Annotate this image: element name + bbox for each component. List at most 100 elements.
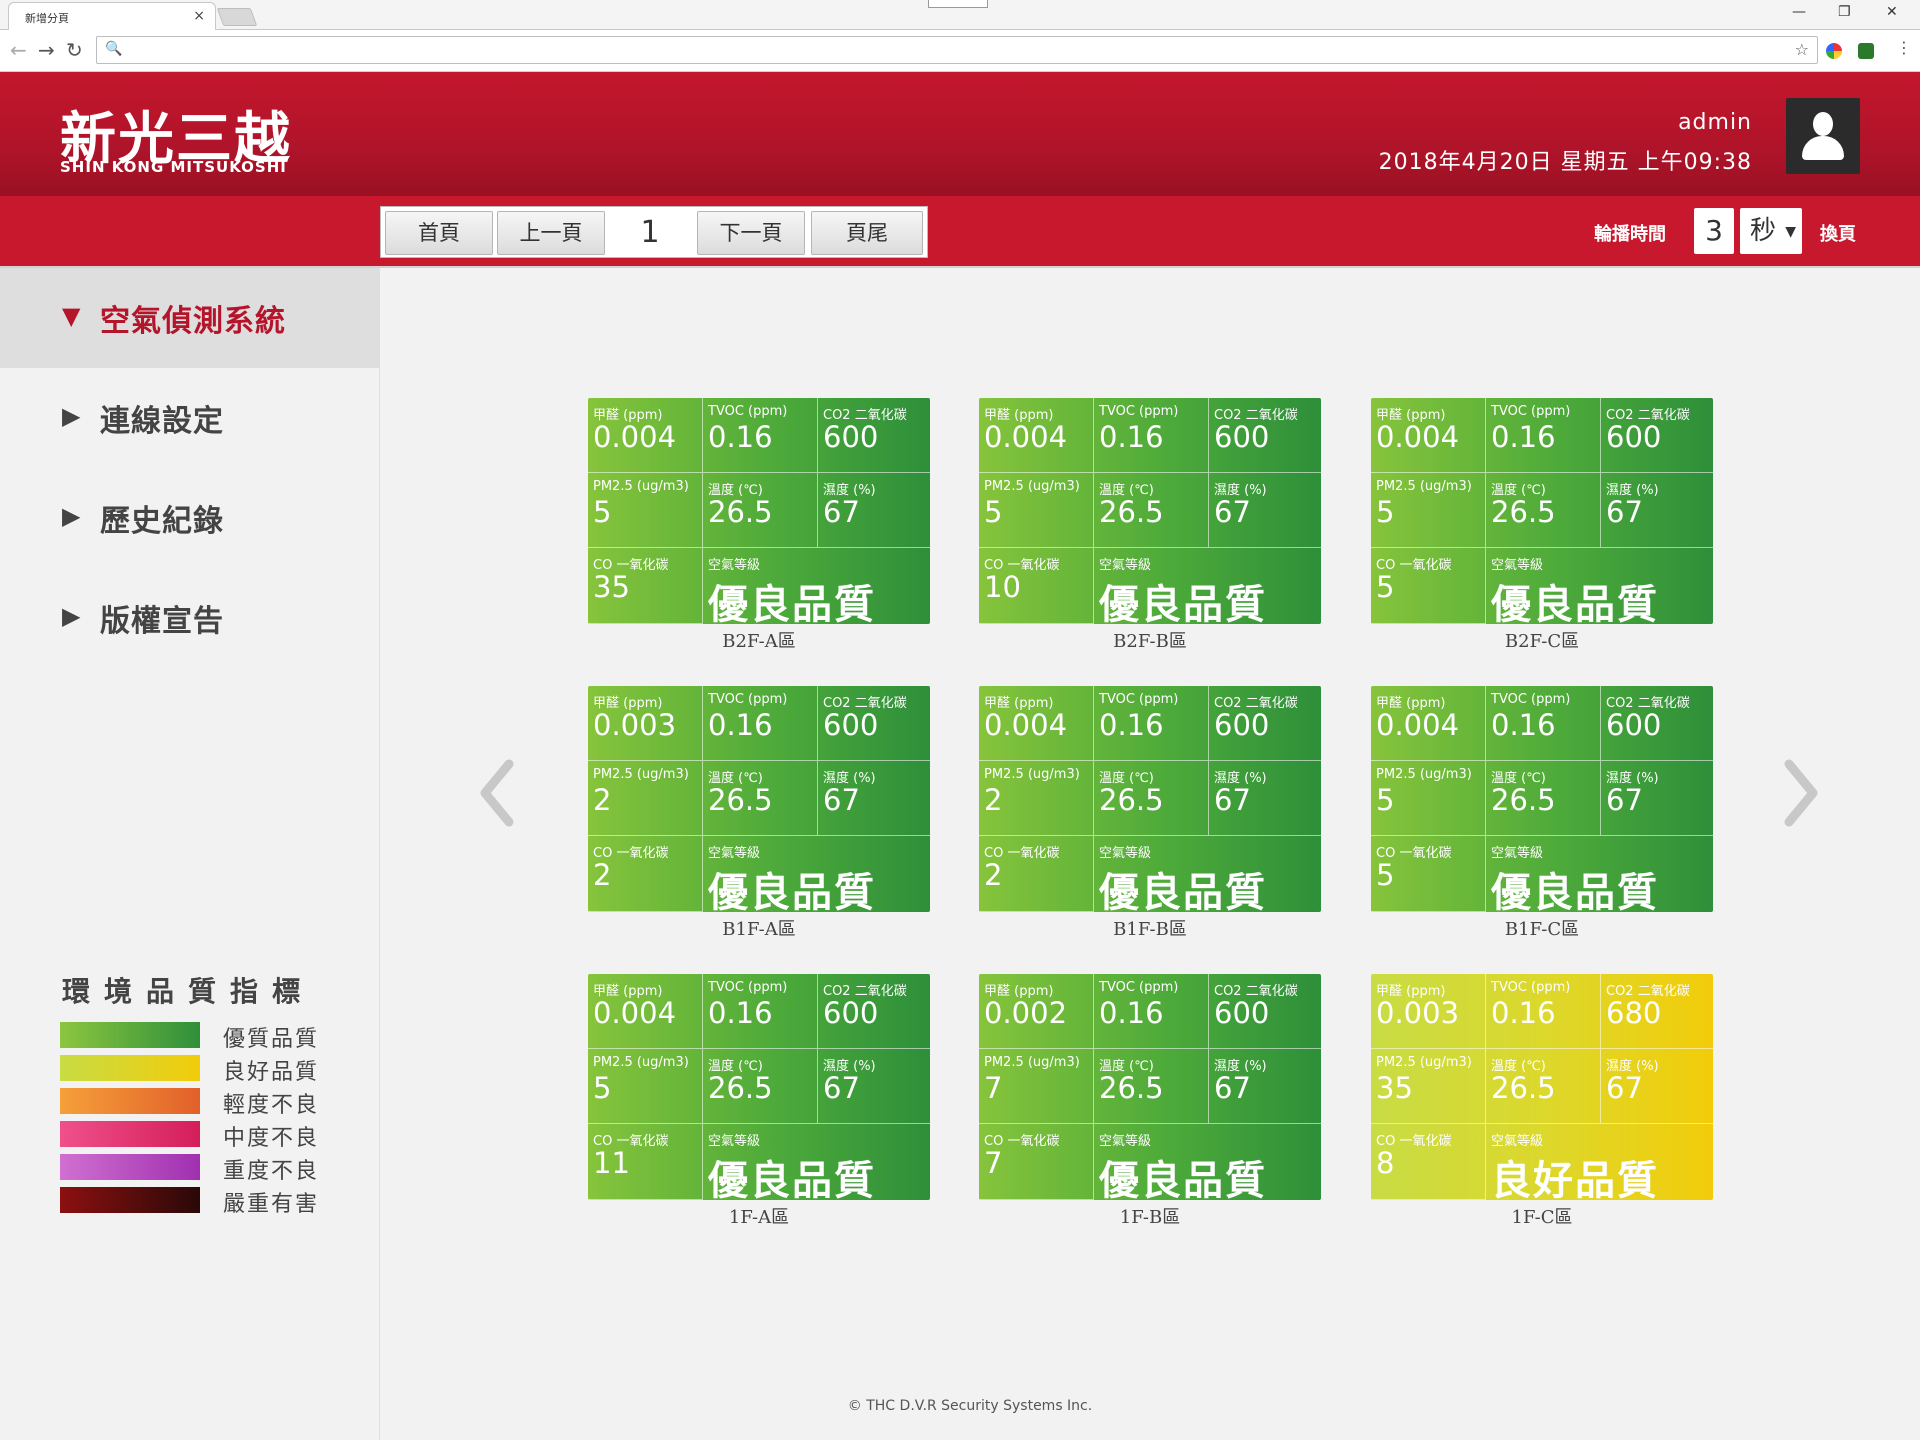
next-page-button[interactable]: 下一頁 [697,211,805,255]
reload-icon[interactable]: ↻ [66,38,83,62]
sensor-card[interactable]: 甲醛 (ppm) 0.003 TVOC (ppm) 0.16 CO2 二氧化碳 600 PM… [588,686,930,912]
metric-humidity: 濕度 (%) 67 [1601,761,1713,836]
swap-page-button[interactable]: 換頁 [1820,220,1856,246]
metric-tvoc: TVOC (ppm) 0.16 [1094,974,1209,1049]
metric-value: 7 [984,1071,1003,1105]
rotation-unit-select[interactable]: 秒 ▼ [1740,208,1802,254]
metric-value: 67 [823,495,860,529]
metric-pm25: PM2.5 (ug/m3) 2 [979,761,1094,836]
sidebar-item-air-detection[interactable]: ▼ 空氣偵測系統 [0,268,380,368]
metric-air-grade: 空氣等級 優良品質 [1486,548,1713,624]
browser-tab[interactable]: 新增分頁 × [8,2,216,30]
metric-value: 2 [593,858,612,892]
bookmark-star-icon[interactable]: ☆ [1795,40,1809,59]
tab-close-icon[interactable]: × [193,8,205,24]
forward-icon[interactable]: → [38,38,55,62]
metric-formaldehyde: 甲醛 (ppm) 0.002 [979,974,1094,1049]
metric-value: 26.5 [708,783,773,817]
metric-label: PM2.5 (ug/m3) [1376,479,1472,494]
sidebar-item-label: 版權宣告 [100,604,224,639]
prev-page-button[interactable]: 上一頁 [497,211,605,255]
close-window-icon[interactable]: ✕ [1886,4,1898,20]
metric-value: 600 [1214,708,1270,742]
metric-tvoc: TVOC (ppm) 0.16 [703,398,818,473]
main-content: 甲醛 (ppm) 0.004 TVOC (ppm) 0.16 CO2 二氧化碳 600 PM… [381,268,1920,1440]
prev-arrow-button[interactable] [477,758,517,828]
metric-co2: CO2 二氧化碳 600 [818,398,930,473]
metric-air-grade: 空氣等級 優良品質 [1094,548,1321,624]
minimize-icon[interactable]: — [1792,4,1806,20]
restore-icon[interactable]: ❐ [1838,4,1851,20]
metric-pm25: PM2.5 (ug/m3) 5 [1371,761,1486,836]
metric-value: 0.004 [1376,708,1460,742]
avatar[interactable] [1786,98,1860,174]
sensor-card[interactable]: 甲醛 (ppm) 0.002 TVOC (ppm) 0.16 CO2 二氧化碳 600 PM… [979,974,1321,1200]
metric-pm25: PM2.5 (ug/m3) 5 [588,473,703,548]
sensor-card[interactable]: 甲醛 (ppm) 0.003 TVOC (ppm) 0.16 CO2 二氧化碳 680 PM… [1371,974,1713,1200]
first-page-button[interactable]: 首頁 [385,211,493,255]
metric-formaldehyde: 甲醛 (ppm) 0.004 [588,398,703,473]
metric-co: CO 一氧化碳 10 [979,548,1094,624]
metric-humidity: 濕度 (%) 67 [1601,473,1713,548]
legend-swatch [60,1154,200,1180]
current-datetime: 2018年4月20日 星期五 上午09:38 [1378,150,1752,175]
chevron-left-icon [480,759,514,827]
metric-label: TVOC (ppm) [708,404,788,419]
metric-humidity: 濕度 (%) 67 [1601,1049,1713,1124]
legend-row: 優質品質 [60,1020,320,1052]
metric-value: 0.16 [708,996,773,1030]
metric-label: PM2.5 (ug/m3) [984,1055,1080,1070]
legend-swatch [60,1055,200,1081]
air-grade-value: 優良品質 [708,582,876,624]
metric-value: 0.003 [593,708,677,742]
metric-value: 67 [823,783,860,817]
legend-row: 中度不良 [60,1119,320,1151]
sensor-card[interactable]: 甲醛 (ppm) 0.004 TVOC (ppm) 0.16 CO2 二氧化碳 600 PM… [588,974,930,1200]
footer-copyright: © THC D.V.R Security Systems Inc. [847,1398,1093,1414]
sidebar-item-history[interactable]: ▶ 歷史紀錄 [0,468,380,568]
air-grade-value: 優良品質 [1099,1158,1267,1200]
browser-menu-icon[interactable]: ⋮ [1896,38,1912,57]
triangle-right-icon: ▶ [62,502,81,530]
metric-co2: CO2 二氧化碳 600 [1601,686,1713,761]
address-bar[interactable]: 🔍 ☆ [96,36,1818,64]
pager-bar: 首頁 上一頁 1 下一頁 頁尾 輪播時間 3 秒 ▼ 換頁 [0,196,1920,268]
new-tab-button[interactable] [216,8,258,26]
back-icon[interactable]: ← [10,38,27,62]
extension-icon[interactable] [1826,43,1842,59]
metric-value: 5 [1376,858,1395,892]
metric-temperature: 溫度 (℃) 26.5 [1094,1049,1209,1124]
next-arrow-button[interactable] [1781,758,1821,828]
logo-en: SHIN KONG MITSUKOSHI [60,158,287,176]
sensor-card[interactable]: 甲醛 (ppm) 0.004 TVOC (ppm) 0.16 CO2 二氧化碳 600 PM… [588,398,930,624]
metric-label: 空氣等級 [708,1134,761,1149]
last-page-button[interactable]: 頁尾 [811,211,923,255]
sensor-card[interactable]: 甲醛 (ppm) 0.004 TVOC (ppm) 0.16 CO2 二氧化碳 600 PM… [1371,398,1713,624]
metric-tvoc: TVOC (ppm) 0.16 [703,686,818,761]
current-page: 1 [640,215,660,250]
chevron-right-icon [1784,759,1818,827]
sensor-card[interactable]: 甲醛 (ppm) 0.004 TVOC (ppm) 0.16 CO2 二氧化碳 600 PM… [979,398,1321,624]
wechat-extension-icon[interactable] [1858,43,1874,59]
sensor-card[interactable]: 甲醛 (ppm) 0.004 TVOC (ppm) 0.16 CO2 二氧化碳 600 PM… [1371,686,1713,912]
metric-co: CO 一氧化碳 5 [1371,836,1486,912]
sidebar-item-connection[interactable]: ▶ 連線設定 [0,368,380,468]
legend-label: 良好品質 [223,1060,320,1085]
legend-label: 優質品質 [223,1027,320,1052]
sidebar-item-label: 空氣偵測系統 [100,304,286,339]
metric-humidity: 濕度 (%) 67 [1209,761,1321,836]
metric-value: 26.5 [708,1071,773,1105]
metric-value: 0.16 [708,708,773,742]
zone-label: B1F-B區 [1113,919,1187,940]
tab-title: 新增分頁 [25,12,69,25]
sidebar-item-copyright[interactable]: ▶ 版權宣告 [0,568,380,668]
window-drag-handle[interactable] [928,0,988,8]
app-header: 新光三越 SHIN KONG MITSUKOSHI admin 2018年4月2… [0,72,1920,196]
rotation-value-input[interactable]: 3 [1694,208,1734,254]
air-grade-value: 優良品質 [1099,870,1267,912]
legend-row: 輕度不良 [60,1086,320,1118]
metric-air-grade: 空氣等級 優良品質 [703,1124,930,1200]
metric-label: 空氣等級 [1099,846,1152,861]
sensor-card[interactable]: 甲醛 (ppm) 0.004 TVOC (ppm) 0.16 CO2 二氧化碳 600 PM… [979,686,1321,912]
air-grade-value: 優良品質 [708,870,876,912]
